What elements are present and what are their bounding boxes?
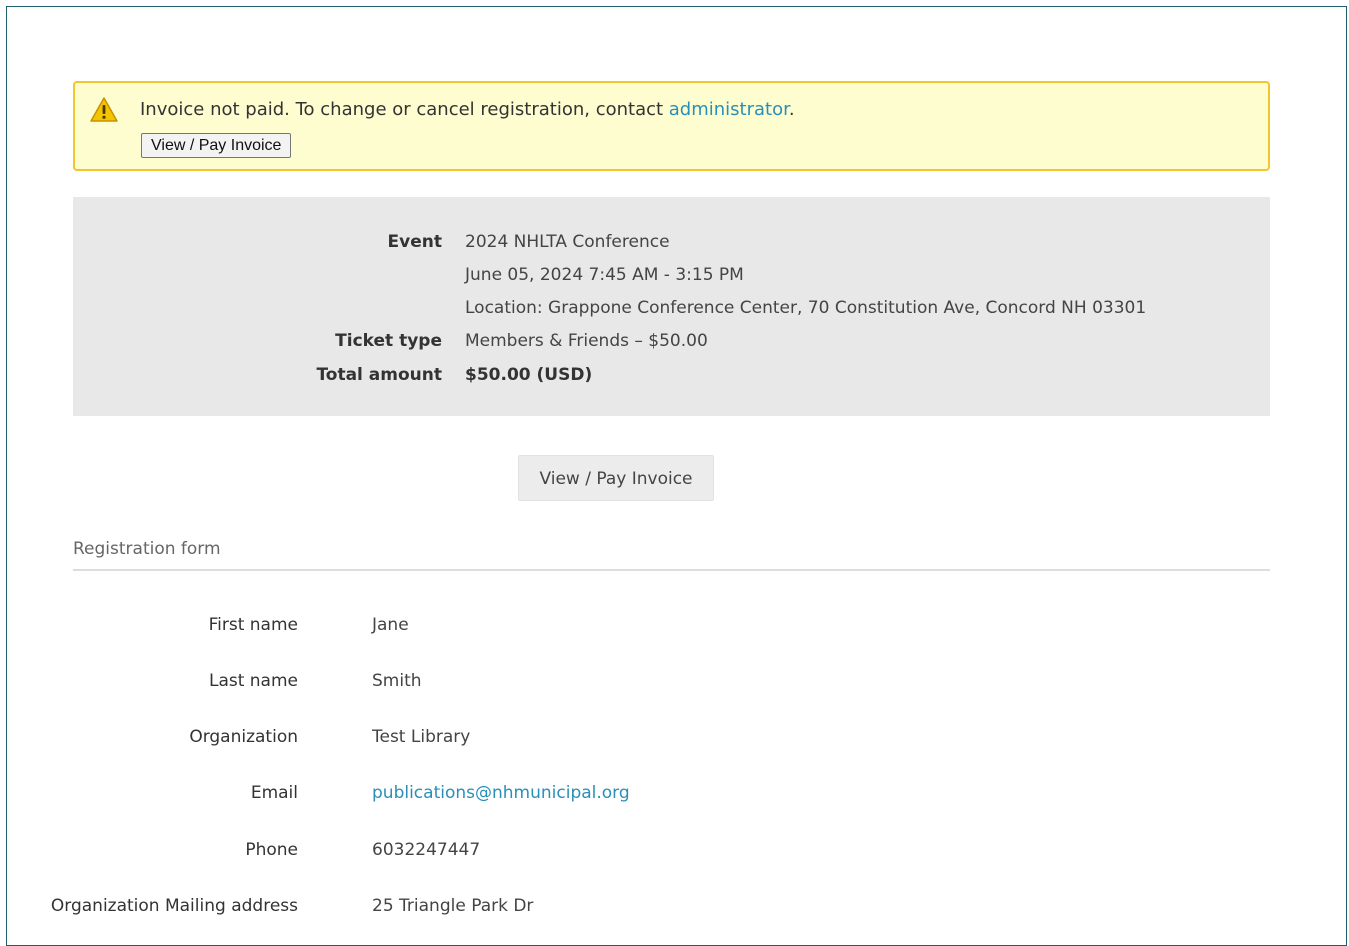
registration-summary: Event 2024 NHLTA Conference June 05, 202…	[73, 197, 1270, 416]
field-value: Jane	[372, 615, 409, 635]
event-date: June 05, 2024 7:45 AM - 3:15 PM	[465, 265, 744, 285]
section-divider	[73, 569, 1270, 571]
alert-message: Invoice not paid. To change or cancel re…	[140, 99, 795, 120]
total-amount-value: $50.00 (USD)	[465, 365, 593, 385]
field-value: Smith	[372, 671, 422, 691]
summary-row-ticket: Ticket type Members & Friends – $50.00	[73, 331, 1270, 355]
alert-message-text: Invoice not paid. To change or cancel re…	[140, 99, 669, 120]
summary-row-event: Event 2024 NHLTA Conference	[73, 232, 1270, 256]
registration-form-title: Registration form	[73, 539, 221, 559]
field-label: Organization	[189, 727, 298, 747]
field-value: 6032247447	[372, 840, 481, 860]
event-name: 2024 NHLTA Conference	[465, 232, 670, 252]
field-label: Email	[250, 783, 298, 803]
field-label: Last name	[208, 671, 298, 691]
form-field-last-name: Last name Smith	[0, 671, 1300, 697]
field-label: Phone	[245, 840, 298, 860]
email-link[interactable]: publications@nhmunicipal.org	[372, 783, 630, 803]
administrator-link[interactable]: administrator	[669, 99, 789, 120]
form-field-mailing-address: Organization Mailing address 25 Triangle…	[0, 896, 1300, 922]
form-field-organization: Organization Test Library	[0, 727, 1300, 753]
field-value: 25 Triangle Park Dr	[372, 896, 534, 916]
ticket-type-value: Members & Friends – $50.00	[465, 331, 708, 351]
unpaid-invoice-alert: Invoice not paid. To change or cancel re…	[73, 81, 1270, 171]
form-field-first-name: First name Jane	[0, 615, 1300, 641]
field-label: First name	[208, 615, 298, 635]
event-location: Location: Grappone Conference Center, 70…	[465, 298, 1147, 318]
ticket-type-label: Ticket type	[335, 331, 442, 351]
event-label: Event	[387, 232, 442, 252]
view-pay-invoice-button[interactable]: View / Pay Invoice	[518, 455, 714, 501]
warning-icon	[90, 97, 118, 122]
form-field-phone: Phone 6032247447	[0, 840, 1300, 866]
alert-message-end: .	[788, 99, 795, 120]
summary-row-date: June 05, 2024 7:45 AM - 3:15 PM	[73, 265, 1270, 289]
form-field-email: Email publications@nhmunicipal.org	[0, 783, 1300, 809]
summary-row-total: Total amount $50.00 (USD)	[73, 365, 1270, 389]
field-value: Test Library	[372, 727, 471, 747]
alert-view-pay-invoice-button[interactable]: View / Pay Invoice	[141, 133, 292, 158]
field-label: Organization Mailing address	[50, 896, 298, 916]
summary-row-location: Location: Grappone Conference Center, 70…	[73, 298, 1270, 322]
total-amount-label: Total amount	[316, 365, 442, 385]
